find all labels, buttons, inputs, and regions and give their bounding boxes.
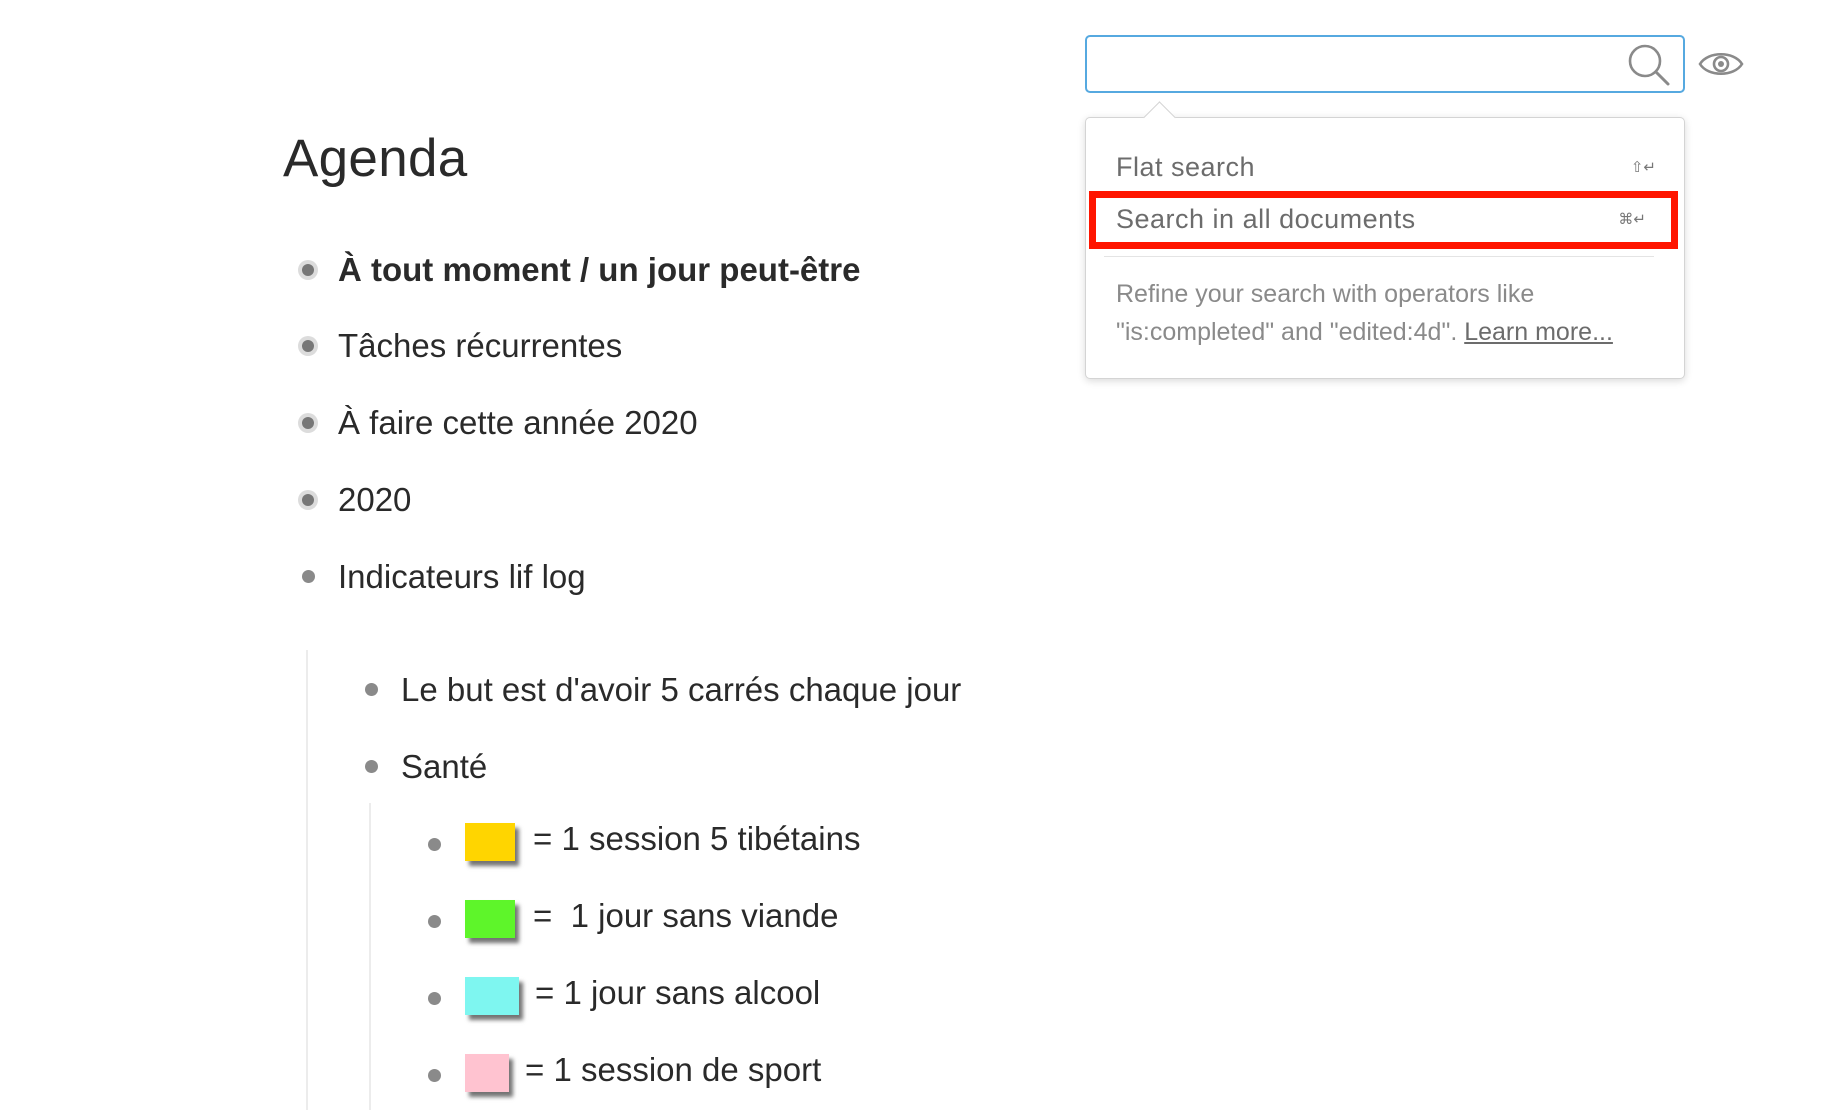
item-label: À faire cette année 2020 bbox=[338, 404, 698, 441]
item-label: Tâches récurrentes bbox=[338, 327, 623, 364]
legend-label: = 1 jour sans alcool bbox=[535, 974, 821, 1011]
bullet-icon[interactable] bbox=[365, 683, 378, 696]
learn-more-link[interactable]: Learn more... bbox=[1464, 318, 1613, 346]
bullet-icon[interactable] bbox=[428, 1069, 441, 1082]
item-label: Indicateurs lif log bbox=[338, 558, 586, 595]
collapsed-bullet-icon[interactable] bbox=[298, 413, 318, 433]
search-hint: Refine your search with operators like "… bbox=[1116, 275, 1661, 351]
shortcut-hint: ⇧↵ bbox=[1630, 158, 1656, 176]
bullet-icon[interactable] bbox=[302, 570, 315, 583]
search-input[interactable] bbox=[1099, 45, 1603, 85]
bullet-icon[interactable] bbox=[428, 838, 441, 851]
option-label: Flat search bbox=[1116, 151, 1256, 182]
bullet-icon[interactable] bbox=[365, 760, 378, 773]
color-swatch-yellow bbox=[465, 823, 515, 861]
legend-label: = 1 jour sans viande bbox=[533, 897, 839, 934]
collapsed-bullet-icon[interactable] bbox=[298, 260, 318, 280]
bullet-icon[interactable] bbox=[428, 992, 441, 1005]
collapsed-bullet-icon[interactable] bbox=[298, 336, 318, 356]
indent-guide bbox=[369, 803, 371, 1110]
highlight-annotation bbox=[1089, 191, 1678, 249]
indent-guide bbox=[306, 650, 308, 1110]
color-swatch-green bbox=[465, 900, 515, 938]
search-icon[interactable] bbox=[1626, 42, 1672, 88]
eye-icon[interactable] bbox=[1698, 47, 1744, 81]
item-label: À tout moment / un jour peut-être bbox=[338, 251, 861, 288]
legend-label: = 1 session 5 tibétains bbox=[533, 820, 861, 857]
item-label: Le but est d'avoir 5 carrés chaque jour bbox=[401, 671, 962, 708]
color-swatch-cyan bbox=[465, 977, 519, 1015]
search-box[interactable] bbox=[1085, 35, 1685, 93]
divider bbox=[1104, 256, 1654, 257]
color-swatch-pink bbox=[465, 1054, 509, 1092]
option-flat-search[interactable]: Flat search ⇧↵ bbox=[1116, 146, 1656, 188]
legend-label: = 1 session de sport bbox=[525, 1051, 822, 1088]
bullet-icon[interactable] bbox=[428, 915, 441, 928]
collapsed-bullet-icon[interactable] bbox=[298, 490, 318, 510]
item-label: 2020 bbox=[338, 481, 412, 518]
item-label: Santé bbox=[401, 748, 488, 785]
page-title: Agenda bbox=[283, 129, 468, 188]
